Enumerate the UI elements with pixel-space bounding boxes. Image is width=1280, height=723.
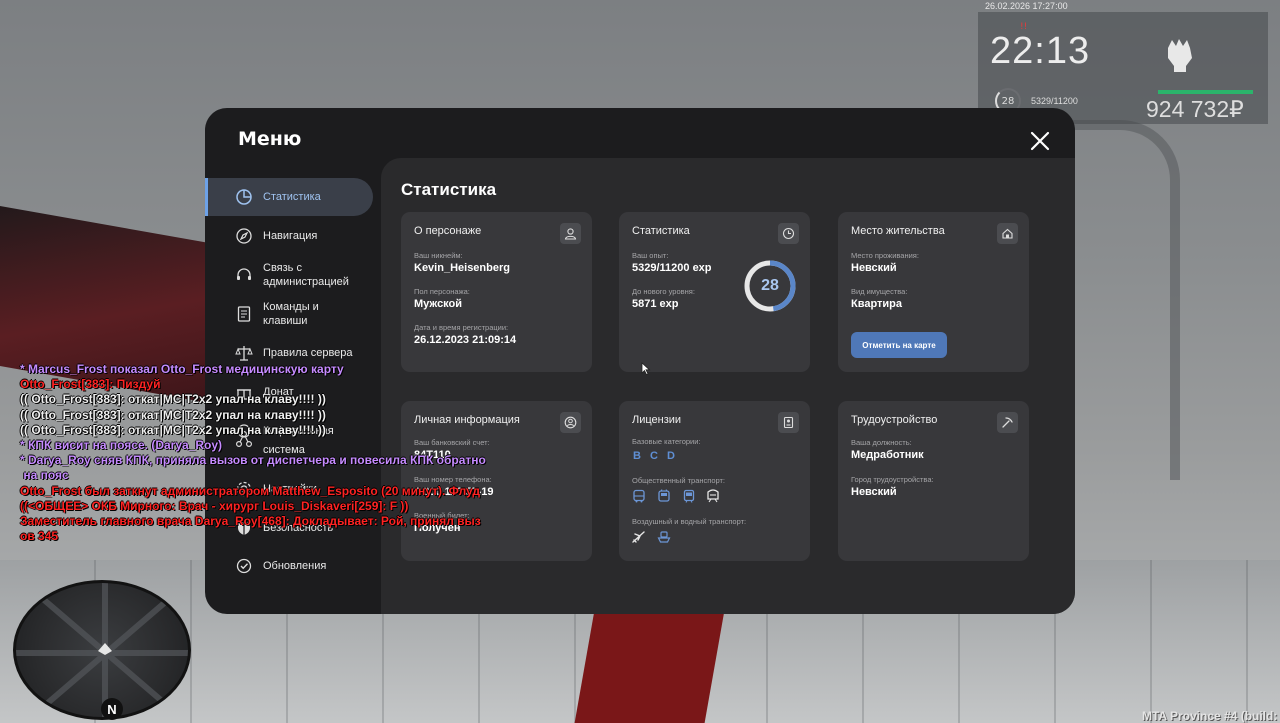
chat-line: ов 345 xyxy=(20,529,59,544)
sidebar-item-label: Навигация xyxy=(263,230,318,242)
chat-line: Otto_Frost был заткнут администратором M… xyxy=(20,483,481,498)
exp-value: 5329/11200 exp xyxy=(632,262,712,274)
field-label: Общественный транспорт: xyxy=(632,476,726,485)
mouse-cursor-icon xyxy=(641,362,651,375)
next-level-value: 5871 exp xyxy=(632,298,679,310)
sidebar-item-label: Статистика xyxy=(263,191,321,203)
sidebar-item-updates[interactable]: Обновления xyxy=(205,547,373,585)
chat-line: Otto_Frost[383]: Пиздуй xyxy=(20,377,161,392)
chat-line: * КПК висит на поясе. (Darya_Roy) xyxy=(20,438,223,453)
minimap-radar xyxy=(13,580,191,720)
hud-money: 924 732₽ xyxy=(1146,96,1244,122)
level-number: 28 xyxy=(761,277,779,294)
license-category-d: D xyxy=(667,450,675,462)
field-label: Ваш никнейм: xyxy=(414,251,463,260)
place-value: Невский xyxy=(851,262,897,274)
user-icon xyxy=(560,223,581,244)
field-label: Город трудоустройства: xyxy=(851,475,934,484)
gender-value: Мужской xyxy=(414,298,463,310)
north-indicator: N xyxy=(101,698,123,720)
airplane-icon xyxy=(632,531,645,543)
menu-title: Меню xyxy=(238,128,302,150)
sidebar-item-label: Команды и клавиши xyxy=(263,301,319,327)
sidebar-item-commands[interactable]: Команды и клавиши xyxy=(205,295,373,333)
pickaxe-icon xyxy=(997,412,1018,433)
user-circle-icon xyxy=(560,412,581,433)
chat-line: (( Otto_Frost[383]: откат|MC|T2x2 упал н… xyxy=(20,407,326,422)
ship-icon xyxy=(657,531,671,543)
city-value: Невский xyxy=(851,486,897,498)
refresh-icon xyxy=(236,558,252,574)
licenses-card: Лицензии Базовые категории: B C D Общест… xyxy=(619,401,810,561)
radar-roads xyxy=(16,583,188,717)
hud-exp: 5329/11200 xyxy=(1031,96,1078,106)
metro-icon xyxy=(707,489,719,503)
headset-icon xyxy=(237,268,251,280)
card-title: О персонаже xyxy=(414,225,482,237)
field-label: Пол персонажа: xyxy=(414,287,470,296)
field-label: Вид имущества: xyxy=(851,287,908,296)
sidebar-item-label: Правила сервера xyxy=(263,347,353,359)
field-label: Дата и время регистрации: xyxy=(414,323,509,332)
field-label: Место проживания: xyxy=(851,251,919,260)
compass-icon xyxy=(236,228,252,244)
sidebar-item-contact-admin[interactable]: Связь с администрацией xyxy=(205,256,373,294)
card-title: Место жительства xyxy=(851,225,945,237)
card-title: Трудоустройство xyxy=(851,414,938,426)
field-label: Базовые категории: xyxy=(632,437,701,446)
close-icon[interactable] xyxy=(1027,128,1053,154)
tram-icon xyxy=(683,489,695,503)
chat-line: на пояс xyxy=(20,468,69,483)
field-label: Ваша должность: xyxy=(851,438,912,447)
sidebar-item-statistics[interactable]: Статистика xyxy=(205,178,373,216)
home-icon xyxy=(997,223,1018,244)
document-icon xyxy=(237,306,251,322)
id-card-icon xyxy=(778,412,799,433)
scales-icon xyxy=(235,346,253,361)
chat-line: * Marcus_Frost показал Otto_Frost медици… xyxy=(20,362,344,376)
statistics-card: Статистика Ваш опыт: 5329/11200 exp До н… xyxy=(619,212,810,372)
trolleybus-icon xyxy=(658,489,670,502)
background-ramp xyxy=(1060,120,1180,480)
pie-chart-icon xyxy=(236,189,252,205)
mark-on-map-button[interactable]: Отметить на карте xyxy=(851,332,947,358)
sidebar-item-navigation[interactable]: Навигация xyxy=(205,217,373,255)
nickname-value: Kevin_Heisenberg xyxy=(414,262,510,274)
sidebar-item-label: Связь с администрацией xyxy=(263,262,349,288)
build-label: MTA Province #4 (build: 1 xyxy=(1142,709,1280,723)
field-label: До нового уровня: xyxy=(632,287,695,296)
fist-icon xyxy=(1168,39,1192,72)
chat-line: * Darya_Roy сняв КПК, приняла вызов от д… xyxy=(20,453,486,468)
hud-datetime: 26.02.2026 17:27:00 xyxy=(985,1,1068,11)
clock-icon xyxy=(778,223,799,244)
field-label: Воздушный и водный транспорт: xyxy=(632,517,747,526)
license-category-b: B xyxy=(633,450,641,462)
residence-card: Место жительства Место проживания: Невск… xyxy=(838,212,1029,372)
property-value: Квартира xyxy=(851,298,903,310)
bus-icon xyxy=(633,489,645,503)
chat-log: * Marcus_Frost показал Otto_Frost медици… xyxy=(20,362,486,544)
position-value: Медработник xyxy=(851,449,924,461)
character-card: О персонаже Ваш никнейм: Kevin_Heisenber… xyxy=(401,212,592,372)
hud-health-bar xyxy=(1158,90,1253,94)
card-title: Статистика xyxy=(632,225,690,237)
chat-line: (( Otto_Frost[383]: откат|MC|T2x2 упал н… xyxy=(20,392,326,407)
registration-value: 26.12.2023 21:09:14 xyxy=(414,334,517,346)
chat-line: Заместитель главного врача Darya_Roy[468… xyxy=(20,514,481,529)
background-red-object xyxy=(574,605,726,723)
hud-clock: 22:13 xyxy=(990,30,1091,72)
sidebar-item-label: Обновления xyxy=(263,560,327,572)
chat-line: ((<ОБЩЕЕ> ОКБ Мирного: Врач - хирург Lou… xyxy=(20,498,409,513)
chat-line: (( Otto_Frost[383]: откат|MC|T2x2 упал н… xyxy=(20,422,326,437)
employment-card: Трудоустройство Ваша должность: Медработ… xyxy=(838,401,1029,561)
field-label: Ваш опыт: xyxy=(632,251,669,260)
card-title: Лицензии xyxy=(632,414,682,426)
license-category-c: C xyxy=(650,450,658,462)
page-title: Статистика xyxy=(401,180,497,199)
